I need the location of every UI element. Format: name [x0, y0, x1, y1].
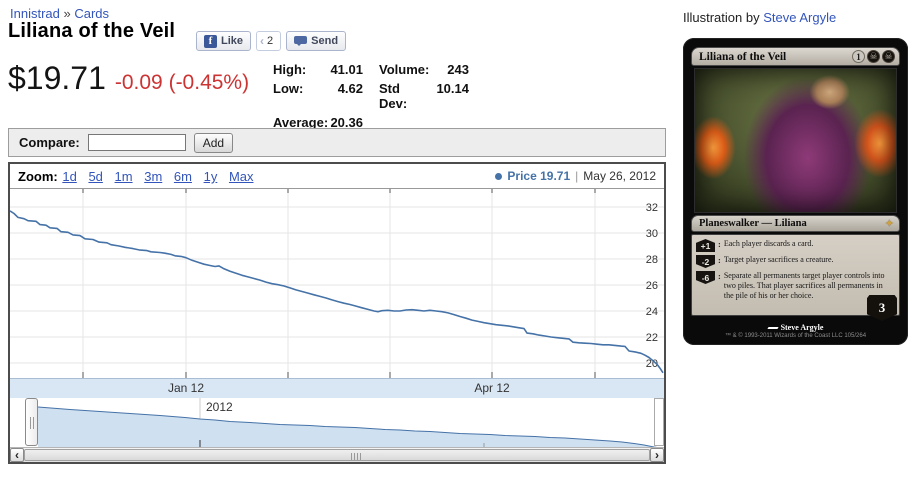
brush-icon [766, 327, 779, 330]
y-axis-label: 26 [646, 280, 658, 292]
send-label: Send [311, 35, 339, 47]
stat-volume-label: Volume: [379, 62, 430, 77]
current-price: $19.71 [8, 60, 106, 96]
compare-bar: Compare: Add [8, 128, 666, 157]
scrollbar-left-arrow[interactable]: ‹ [10, 448, 24, 462]
facebook-plugin: f Like ‹ 2 Send [196, 31, 347, 51]
series-marker-icon [495, 172, 503, 180]
card-art [694, 68, 897, 213]
stats-table: High: 41.01 Volume: 243 Low: 4.62 Std De… [273, 62, 469, 130]
card-name: Liliana of the Veil [699, 50, 787, 63]
mana-cost: 1 ☠ ☠ [852, 50, 895, 63]
y-axis-label: 30 [646, 228, 658, 240]
zoom-6m[interactable]: 6m [174, 169, 192, 184]
price-chart: Zoom: 1d 5d 1m 3m 6m 1y Max Price 19.71 … [8, 162, 666, 464]
card-image: Liliana of the Veil 1 ☠ ☠ Planeswalker —… [683, 38, 908, 345]
compare-input[interactable] [87, 134, 186, 151]
navigator[interactable]: 2012 [10, 398, 664, 449]
x-axis-label: Jan 12 [167, 381, 205, 395]
x-axis-band: Jan 12 Apr 12 [10, 378, 664, 398]
scrollbar-right-arrow[interactable]: › [650, 448, 664, 462]
artist-link[interactable]: Steve Argyle [763, 10, 836, 25]
page-title: Liliana of the Veil [8, 20, 176, 42]
zoom-1y[interactable]: 1y [204, 169, 218, 184]
zoom-5d[interactable]: 5d [88, 169, 102, 184]
type-line-text: Planeswalker — Liliana [699, 218, 807, 229]
navigator-left-handle[interactable] [25, 398, 38, 446]
stat-high-value: 41.01 [330, 62, 363, 77]
breadcrumb-cards-link[interactable]: Cards [74, 6, 109, 21]
stat-volume-value: 243 [447, 62, 469, 77]
ability-text: Each player discards a card. [723, 239, 814, 248]
loyalty-minus-icon: -6 [696, 271, 715, 284]
zoom-3m[interactable]: 3m [144, 169, 162, 184]
scrollbar-grip-icon [351, 453, 362, 460]
y-axis-label: 22 [646, 332, 658, 344]
x-axis-label: Apr 12 [474, 381, 510, 395]
price-change: -0.09 (-0.45%) [114, 71, 250, 94]
artist-credit: Steve Argyle [683, 323, 908, 332]
illustration-credit: Illustration by Steve Argyle [683, 10, 836, 25]
chart-toolbar: Zoom: 1d 5d 1m 3m 6m 1y Max Price 19.71 … [10, 164, 664, 188]
compare-label: Compare: [19, 135, 80, 150]
like-count-value: 2 [267, 35, 274, 47]
chart-plot-area[interactable]: 32 30 28 26 24 22 20 [10, 188, 664, 378]
like-label: Like [221, 35, 244, 47]
loyalty-plus-icon: +1 [696, 239, 715, 252]
card-type-line: Planeswalker — Liliana ✦ [691, 215, 900, 232]
ability-text: Target player sacrifices a creature. [723, 255, 834, 264]
legal-line: ™ & © 1993-2011 Wizards of the Coast LLC… [724, 333, 867, 339]
ability-row: +1 : Each player discards a card. [696, 239, 893, 252]
black-mana-icon: ☠ [882, 50, 895, 63]
navigator-series-svg [37, 398, 661, 449]
stat-low-value: 4.62 [337, 81, 363, 96]
speech-bubble-icon [294, 36, 308, 46]
ability-row: -6 : Separate all permanents target play… [696, 271, 893, 301]
navigator-year-label: 2012 [206, 400, 233, 414]
stat-stddev-value: 10.14 [436, 81, 469, 96]
zoom-range-selector: Zoom: 1d 5d 1m 3m 6m 1y Max [18, 169, 262, 184]
navigator-right-handle[interactable] [654, 398, 664, 446]
stat-high-label: High: [273, 62, 307, 77]
chart-scrollbar[interactable]: ‹ › [10, 447, 664, 462]
ability-row: -2 : Target player sacrifices a creature… [696, 255, 893, 268]
facebook-icon: f [204, 34, 217, 48]
illustration-prefix: Illustration by [683, 10, 764, 25]
price-series-svg: 32302826242220 [10, 188, 664, 378]
facebook-like-button[interactable]: f Like [196, 31, 252, 51]
chart-legend: Price 19.71 | May 26, 2012 [495, 169, 656, 183]
zoom-label: Zoom: [18, 169, 58, 184]
innistrad-set-icon: ✦ [884, 218, 894, 230]
loyalty-badge: 3 [867, 295, 897, 321]
y-axis-label: 24 [646, 306, 658, 318]
ability-text: Separate all permanents target player co… [723, 271, 885, 300]
generic-mana-icon: 1 [852, 50, 865, 63]
price-block: $19.71 -0.09 (-0.45%) [8, 60, 249, 97]
legend-series[interactable]: Price 19.71 [507, 169, 570, 183]
stat-low-label: Low: [273, 81, 304, 96]
stat-stddev-label: Std Dev: [379, 81, 408, 111]
legend-date: May 26, 2012 [583, 169, 656, 183]
zoom-max[interactable]: Max [229, 169, 254, 184]
like-count: ‹ 2 [256, 31, 282, 51]
y-axis-label: 28 [646, 254, 658, 266]
count-pointer-icon: ‹ [260, 34, 265, 48]
card-title-bar: Liliana of the Veil 1 ☠ ☠ [691, 47, 900, 66]
zoom-1m[interactable]: 1m [115, 169, 133, 184]
add-button[interactable]: Add [193, 132, 234, 153]
breadcrumb-separator: » [63, 6, 71, 21]
legend-separator: | [575, 169, 579, 183]
black-mana-icon: ☠ [867, 50, 880, 63]
zoom-1d[interactable]: 1d [62, 169, 76, 184]
breadcrumb: Innistrad » Cards [10, 6, 109, 21]
y-axis-label: 32 [646, 202, 658, 214]
breadcrumb-set-link[interactable]: Innistrad [10, 6, 60, 21]
price-line [10, 210, 664, 374]
scrollbar-thumb[interactable] [24, 449, 650, 461]
facebook-send-button[interactable]: Send [286, 31, 347, 51]
loyalty-minus-icon: -2 [696, 255, 715, 268]
